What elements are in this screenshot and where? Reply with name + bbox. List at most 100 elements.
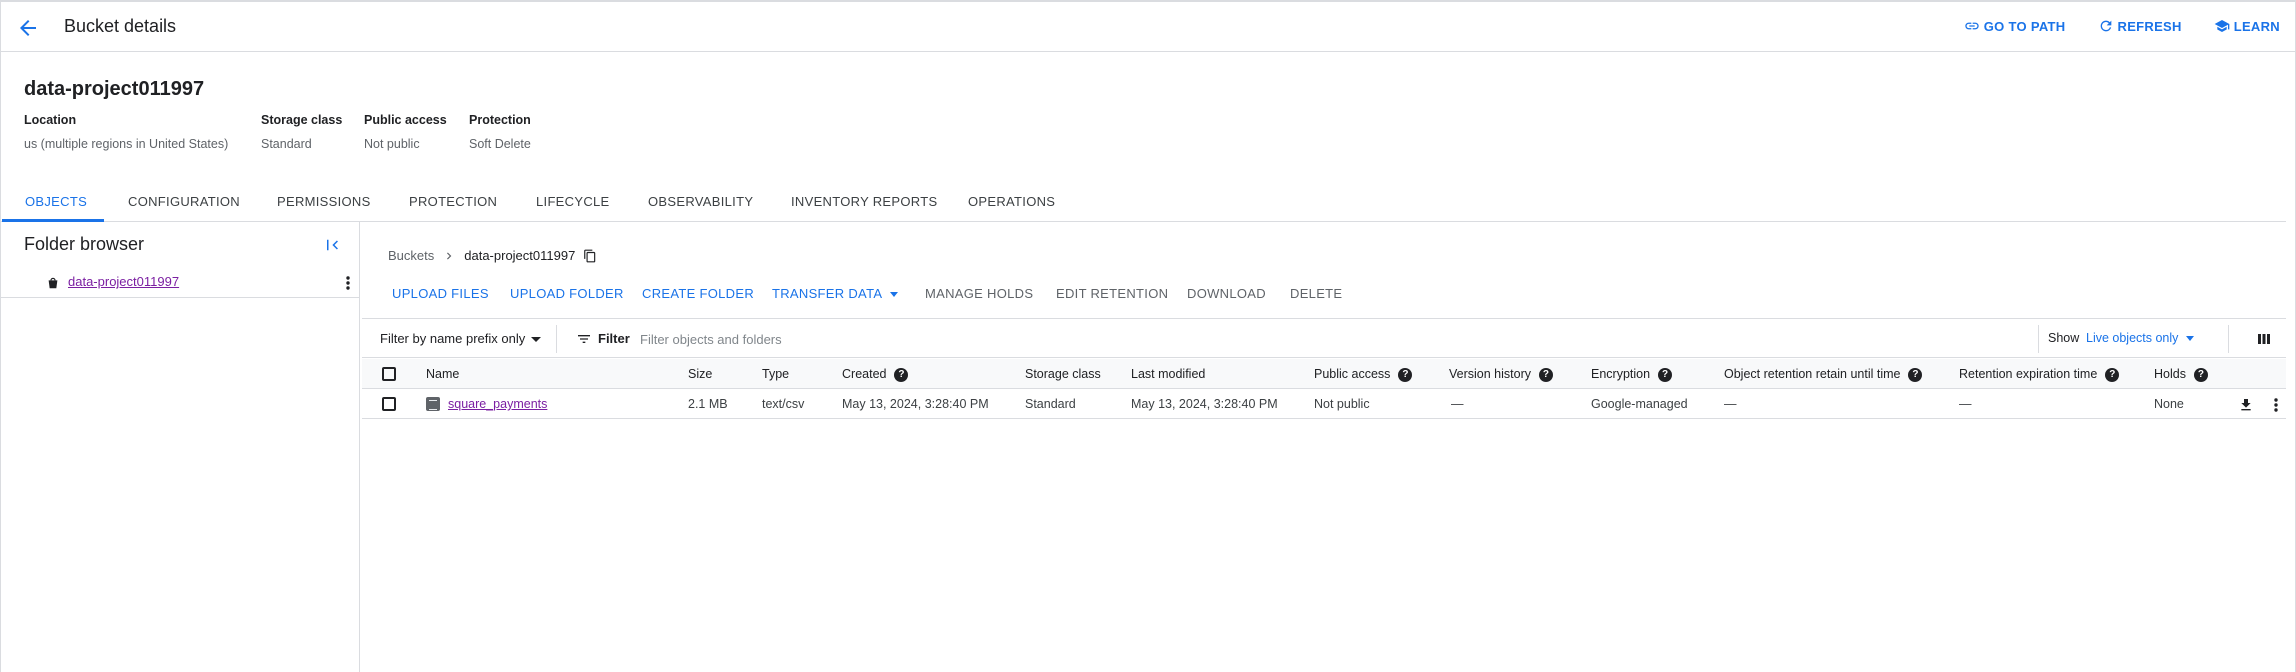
help-icon[interactable]: ? xyxy=(1398,367,1413,382)
col-retention-expiration[interactable]: Retention expiration time? xyxy=(1959,367,2120,382)
filter-label: Filter xyxy=(598,331,630,346)
tab-bar: OBJECTS CONFIGURATION PERMISSIONS PROTEC… xyxy=(0,186,2286,222)
cell-public-access: Not public xyxy=(1314,397,1370,411)
col-created[interactable]: Created? xyxy=(842,367,909,382)
manage-holds-button[interactable]: MANAGE HOLDS xyxy=(925,286,1033,301)
download-button[interactable]: DOWNLOAD xyxy=(1187,286,1266,301)
help-icon[interactable]: ? xyxy=(2193,367,2208,382)
cell-object-retention: — xyxy=(1724,397,1737,411)
col-storage-class[interactable]: Storage class xyxy=(1025,367,1101,381)
breadcrumb-current: data-project011997 xyxy=(464,248,576,263)
help-icon[interactable]: ? xyxy=(2105,367,2120,382)
transfer-data-label: TRANSFER DATA xyxy=(772,286,883,301)
table-row[interactable]: square_payments 2.1 MB text/csv May 13, … xyxy=(362,389,2286,419)
help-icon[interactable]: ? xyxy=(894,367,909,382)
col-version-history[interactable]: Version history? xyxy=(1449,367,1553,382)
col-encryption[interactable]: Encryption? xyxy=(1591,367,1673,382)
download-icon[interactable] xyxy=(2238,397,2254,413)
cell-type: text/csv xyxy=(762,397,805,411)
tab-inventory-reports[interactable]: INVENTORY REPORTS xyxy=(791,194,937,209)
bucket-icon xyxy=(48,277,58,289)
more-vert-icon[interactable] xyxy=(340,274,356,292)
transfer-data-button[interactable]: TRANSFER DATA xyxy=(772,286,899,301)
back-arrow-icon[interactable] xyxy=(16,16,40,40)
breadcrumb: Buckets data-project011997 xyxy=(388,248,597,263)
show-objects-value: Live objects only xyxy=(2086,331,2179,345)
meta-value: Soft Delete xyxy=(469,137,531,151)
cell-created: May 13, 2024, 3:28:40 PM xyxy=(842,397,989,411)
folder-browser-bucket-link[interactable]: data-project011997 xyxy=(68,274,179,289)
go-to-path-button[interactable]: GO TO PATH xyxy=(1964,18,2066,34)
help-icon[interactable]: ? xyxy=(1908,367,1923,382)
dropdown-caret-icon xyxy=(2186,336,2195,342)
col-object-retention[interactable]: Object retention retain until time? xyxy=(1724,367,1923,382)
meta-storage-class: Storage class Standard xyxy=(261,113,342,151)
upload-folder-button[interactable]: UPLOAD FOLDER xyxy=(510,286,624,301)
filter-prefix-dropdown[interactable]: Filter by name prefix only xyxy=(380,331,542,346)
tab-observability[interactable]: OBSERVABILITY xyxy=(648,194,753,209)
meta-protection: Protection Soft Delete xyxy=(469,113,531,151)
cell-size: 2.1 MB xyxy=(688,397,728,411)
help-icon[interactable]: ? xyxy=(1658,367,1673,382)
folder-browser-title: Folder browser xyxy=(24,234,145,254)
row-checkbox[interactable] xyxy=(382,397,396,411)
breadcrumb-buckets-link[interactable]: Buckets xyxy=(388,248,434,263)
col-name[interactable]: Name xyxy=(426,367,459,381)
object-name-link[interactable]: square_payments xyxy=(448,397,547,411)
show-objects-dropdown[interactable]: Live objects only xyxy=(2086,331,2195,345)
col-holds-label: Holds xyxy=(2154,367,2186,381)
school-icon xyxy=(2214,20,2230,32)
tab-permissions[interactable]: PERMISSIONS xyxy=(277,194,371,209)
col-holds[interactable]: Holds? xyxy=(2154,367,2208,382)
col-encryption-label: Encryption xyxy=(1591,367,1651,381)
tab-configuration[interactable]: CONFIGURATION xyxy=(128,194,240,209)
meta-value: us (multiple regions in United States) xyxy=(24,137,229,151)
table-header: Name Size Type Created? Storage class La… xyxy=(362,359,2286,389)
tab-operations[interactable]: OPERATIONS xyxy=(968,194,1055,209)
cell-encryption: Google-managed xyxy=(1591,397,1688,411)
folder-browser-item[interactable]: data-project011997 xyxy=(0,268,360,298)
col-last-modified[interactable]: Last modified xyxy=(1131,367,1205,381)
cell-last-modified: May 13, 2024, 3:28:40 PM xyxy=(1131,397,1278,411)
meta-value: Standard xyxy=(261,137,312,151)
cell-retention-expiration: — xyxy=(1959,397,1972,411)
filter-icon xyxy=(578,335,590,343)
col-type[interactable]: Type xyxy=(762,367,789,381)
edit-retention-button[interactable]: EDIT RETENTION xyxy=(1056,286,1168,301)
col-size[interactable]: Size xyxy=(688,367,712,381)
bucket-name: data-project011997 xyxy=(24,78,205,100)
meta-public-access: Public access Not public xyxy=(364,113,447,151)
learn-button[interactable]: LEARN xyxy=(2214,18,2280,34)
col-object-retention-label: Object retention retain until time xyxy=(1724,367,1901,381)
more-vert-icon[interactable] xyxy=(2268,396,2284,414)
folder-browser-panel: Folder browser data-project011997 xyxy=(0,222,360,672)
meta-key: Location xyxy=(24,113,77,127)
divider xyxy=(2038,325,2039,353)
header-actions: GO TO PATH REFRESH LEARN xyxy=(1964,18,2280,34)
upload-files-button[interactable]: UPLOAD FILES xyxy=(392,286,489,301)
divider xyxy=(2228,325,2229,353)
go-to-path-label: GO TO PATH xyxy=(1983,18,2066,34)
collapse-panel-icon[interactable] xyxy=(324,236,342,254)
delete-button[interactable]: DELETE xyxy=(1290,286,1342,301)
select-all-checkbox[interactable] xyxy=(382,367,396,381)
col-version-history-label: Version history xyxy=(1449,367,1531,381)
dropdown-caret-icon xyxy=(531,337,542,343)
create-folder-button[interactable]: CREATE FOLDER xyxy=(642,286,754,301)
tab-protection[interactable]: PROTECTION xyxy=(409,194,497,209)
filter-input[interactable] xyxy=(640,328,1240,350)
tab-lifecycle[interactable]: LIFECYCLE xyxy=(536,194,610,209)
divider xyxy=(556,325,557,353)
help-icon[interactable]: ? xyxy=(1538,367,1553,382)
col-created-label: Created xyxy=(842,367,887,381)
col-public-access[interactable]: Public access? xyxy=(1314,367,1413,382)
tab-objects[interactable]: OBJECTS xyxy=(25,194,87,209)
refresh-label: REFRESH xyxy=(2117,18,2182,34)
refresh-button[interactable]: REFRESH xyxy=(2098,18,2182,34)
column-display-icon[interactable] xyxy=(2256,331,2272,347)
learn-label: LEARN xyxy=(2233,18,2280,34)
cell-version-history: — xyxy=(1451,397,1464,411)
page-title: Bucket details xyxy=(64,16,177,36)
meta-key: Protection xyxy=(469,113,531,127)
copy-icon[interactable] xyxy=(583,249,597,263)
